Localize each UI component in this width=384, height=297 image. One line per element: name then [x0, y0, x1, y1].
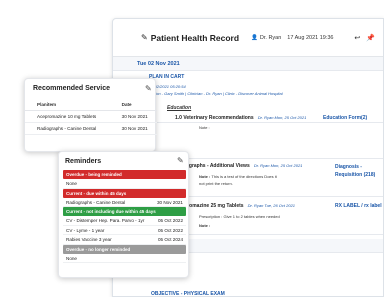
- column-header: Date: [121, 99, 157, 111]
- edit-icon[interactable]: ✎: [141, 33, 148, 42]
- pin-icon[interactable]: 📌: [366, 34, 375, 42]
- section-label: Education: [167, 105, 192, 111]
- list-item[interactable]: CV - Distemper Hep. Para. Parvo - 1yr 05 …: [63, 216, 186, 226]
- table-row[interactable]: Radiographs - Canine Dental 30 Nov 2021: [25, 122, 157, 135]
- list-item[interactable]: Rabies Vaccine 3 year 05 Oct 2024: [63, 235, 186, 245]
- no-longer-reminded-band: Overdue - no longer reminded: [63, 244, 186, 254]
- record-datetime: 17 Aug 2021 19:36: [287, 34, 334, 41]
- table-row[interactable]: Acepromazine 10 mg Tablets 30 Nov 2021: [25, 110, 157, 123]
- recommended-service-card: Recommended Service ✎ Planitem Date Acep…: [24, 78, 157, 152]
- list-item: None: [63, 179, 186, 189]
- record-toolbar: ↩ 📌: [354, 34, 375, 42]
- reminders-list: Overdue - being reminded None Current - …: [63, 170, 186, 263]
- rx-label-link[interactable]: RX LABEL / rx label: [335, 203, 382, 209]
- list-item[interactable]: CV - Lyme - 1 year 05 Oct 2022: [63, 226, 186, 235]
- reminders-card: Reminders ✎ Overdue - being reminded Non…: [58, 151, 189, 278]
- reply-icon[interactable]: ↩: [354, 34, 360, 42]
- list-item[interactable]: Radiographs - Canine Dental 30 Nov 2021: [63, 198, 186, 207]
- doctor-icon: 👤: [251, 34, 258, 41]
- doctor-info: 👤 Dr. Ryan: [251, 34, 282, 41]
- education-form-link[interactable]: Education Form(2): [323, 115, 367, 121]
- diagnosis-requisition-link[interactable]: Diagnosis - Requisition (218): [335, 163, 381, 179]
- entry-title: 1.0 Veterinary Recommendations Dr. Ryan …: [175, 115, 307, 121]
- record-title: Patient Health Record: [150, 32, 240, 43]
- prescription-text: Prescription : Give 1 to 2 tables when n…: [199, 214, 280, 219]
- date-header-1: Tue 02 Nov 2021: [113, 57, 383, 71]
- not-including-band: Current - not including due within 45 da…: [63, 207, 186, 216]
- edit-icon[interactable]: ✎: [145, 84, 152, 93]
- service-table: Planitem Date Acepromazine 10 mg Tablets…: [25, 99, 157, 135]
- list-item: None: [63, 254, 186, 263]
- card-title: Recommended Service: [33, 85, 111, 92]
- entry-note: Note : This is a test of the directions …: [199, 174, 277, 179]
- column-header: Planitem: [25, 99, 122, 111]
- record-header: ✎ Patient Health Record 👤 Dr. Ryan 17 Au…: [113, 19, 383, 57]
- entry-note-cont: not print the return.: [199, 181, 233, 186]
- entry-meta-detail: Ration - Gary Smith | Clinician - Dr. Ry…: [149, 91, 283, 96]
- note-label: Note :: [199, 125, 210, 130]
- overdue-band: Overdue - being reminded: [63, 170, 186, 179]
- note-label: Note :: [199, 223, 211, 228]
- edit-icon[interactable]: ✎: [177, 156, 184, 165]
- entry-objective[interactable]: OBJECTIVE - PHYSICAL EXAM: [151, 291, 225, 296]
- card-title: Reminders: [65, 158, 102, 165]
- current-45-band: Current - due within 45 days: [63, 188, 186, 198]
